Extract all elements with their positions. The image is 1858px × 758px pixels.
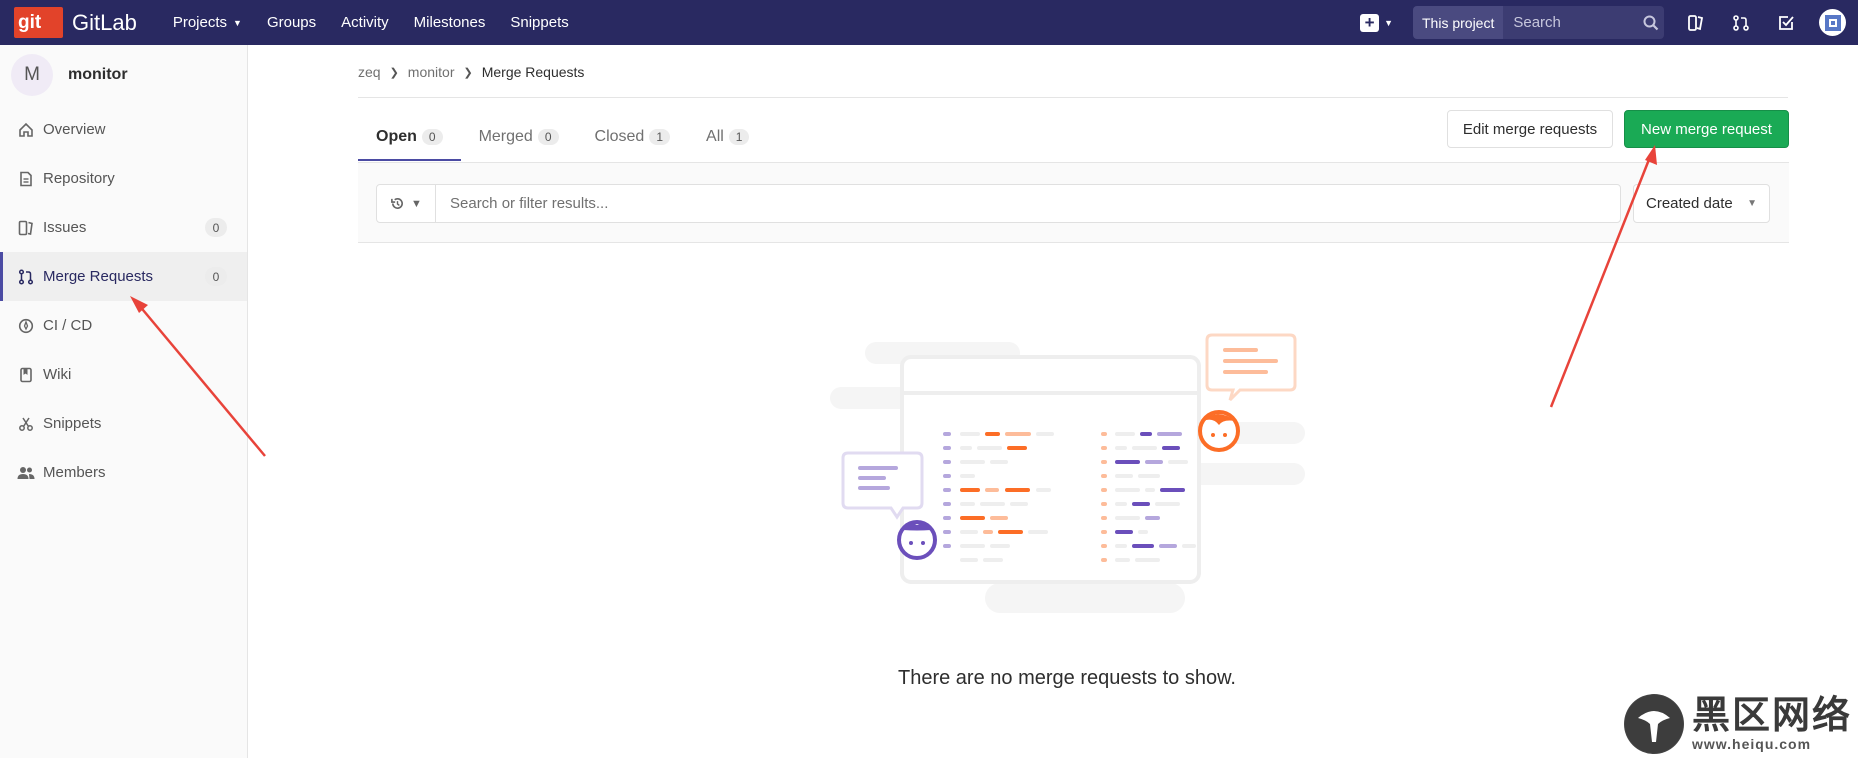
sidebar-item-repository[interactable]: Repository — [0, 154, 247, 203]
home-icon — [16, 120, 36, 140]
tab-all[interactable]: All 1 — [688, 113, 767, 161]
empty-state-illustration — [830, 333, 1305, 613]
watermark-text: 黑区网络 www.heiqu.com — [1692, 696, 1852, 752]
sidebar-item-label: Members — [43, 464, 106, 481]
sidebar-item-wiki[interactable]: Wiki — [0, 350, 247, 399]
filter-input-wrap — [436, 185, 1620, 222]
tab-count: 0 — [421, 129, 443, 145]
sidebar-item-snippets[interactable]: Snippets — [0, 399, 247, 448]
sidebar-item-ci-cd[interactable]: CI / CD — [0, 301, 247, 350]
filter-bar: ▼ Created date ▼ — [358, 162, 1789, 243]
breadcrumb-zeq[interactable]: zeq — [358, 64, 381, 80]
issues-icon — [16, 218, 36, 238]
empty-state-message: There are no merge requests to show. — [898, 667, 1236, 689]
watermark: 黑区网络 www.heiqu.com — [1624, 692, 1854, 756]
right-speech-bubble — [1205, 333, 1297, 402]
top-navbar: git GitLab Projects ▼ Groups Activity Mil… — [0, 0, 1858, 45]
sort-dropdown[interactable]: Created date ▼ — [1633, 184, 1770, 223]
mr-state-tabs: Open 0 Merged 0 Closed 1 All 1 — [358, 113, 767, 161]
sidebar-item-label: CI / CD — [43, 317, 93, 334]
merge-request-nav-icon[interactable] — [1729, 11, 1753, 35]
project-avatar: M — [11, 54, 53, 96]
tab-label: Open — [376, 128, 417, 145]
issues-count-badge: 0 — [205, 218, 227, 237]
tab-label: Closed — [594, 128, 645, 145]
sort-label: Created date — [1646, 195, 1733, 212]
tab-label: All — [706, 128, 724, 145]
sidebar-item-label: Issues — [43, 219, 87, 236]
tab-label: Merged — [478, 128, 533, 145]
tab-merged[interactable]: Merged 0 — [461, 113, 577, 161]
sidebar-item-label: Merge Requests — [43, 268, 154, 285]
doc-icon — [16, 169, 36, 189]
user-avatar[interactable] — [1819, 9, 1846, 36]
left-character-avatar — [897, 520, 937, 560]
todo-nav-icon[interactable] — [1774, 11, 1798, 35]
watermark-logo — [1624, 694, 1684, 754]
gitlab-logo[interactable]: git GitLab — [14, 0, 137, 45]
sidebar-item-label: Repository — [43, 170, 115, 187]
sidebar-item-overview[interactable]: Overview — [0, 105, 247, 154]
nav-projects[interactable]: Projects ▼ — [173, 14, 242, 31]
breadcrumb-monitor[interactable]: monitor — [408, 64, 455, 80]
scissors-icon — [16, 414, 36, 434]
sidebar-item-members[interactable]: Members — [0, 448, 247, 497]
tab-open[interactable]: Open 0 — [358, 113, 461, 161]
edit-merge-requests-button[interactable]: Edit merge requests — [1447, 110, 1613, 148]
new-dropdown-button[interactable]: + ▼ — [1360, 13, 1393, 32]
merge-requests-count-badge: 0 — [205, 267, 227, 286]
breadcrumb: zeq ❯ monitor ❯ Merge Requests — [358, 64, 584, 80]
right-character-avatar — [1198, 410, 1240, 452]
sidebar: M monitor Overview Repository Issues 0 M… — [0, 45, 248, 758]
sidebar-item-label: Wiki — [43, 366, 72, 383]
search-field — [1503, 6, 1664, 39]
sidebar-item-merge-requests[interactable]: Merge Requests 0 — [0, 252, 247, 301]
tab-count: 0 — [537, 129, 559, 145]
watermark-title: 黑区网络 — [1692, 693, 1853, 737]
chevron-down-icon: ▼ — [411, 197, 422, 210]
book-icon — [16, 365, 36, 385]
chevron-down-icon: ▼ — [233, 17, 242, 28]
project-header[interactable]: M monitor — [0, 45, 247, 105]
filter-box: ▼ — [376, 184, 1621, 223]
search-box: This project — [1413, 6, 1664, 39]
tab-count: 1 — [649, 129, 671, 145]
tab-closed[interactable]: Closed 1 — [577, 113, 689, 161]
search-input[interactable] — [1513, 14, 1644, 31]
chevron-down-icon: ▼ — [1747, 198, 1757, 209]
merge-request-icon — [16, 267, 36, 287]
users-icon — [16, 463, 36, 483]
nav-links: Projects ▼ Groups Activity Milestones Sni… — [173, 14, 594, 31]
chevron-down-icon: ▼ — [1384, 17, 1393, 28]
nav-snippets[interactable]: Snippets — [510, 14, 568, 31]
sidebar-item-label: Snippets — [43, 415, 102, 432]
divider — [358, 97, 1788, 98]
logo-badge: git — [14, 7, 63, 38]
plus-icon: + — [1360, 13, 1380, 32]
nav-milestones[interactable]: Milestones — [414, 14, 486, 31]
chevron-right-icon: ❯ — [463, 66, 473, 79]
rocket-icon — [16, 316, 36, 336]
nav-projects-label: Projects — [172, 14, 228, 31]
watermark-url: www.heiqu.com — [1692, 736, 1812, 752]
search-scope[interactable]: This project — [1413, 6, 1504, 39]
nav-groups[interactable]: Groups — [267, 14, 316, 31]
sidebar-item-label: Overview — [43, 121, 106, 138]
tab-count: 1 — [728, 129, 750, 145]
issues-nav-icon[interactable] — [1684, 11, 1708, 35]
project-name: monitor — [68, 66, 128, 83]
recent-searches-button[interactable]: ▼ — [377, 185, 436, 222]
breadcrumb-merge-requests[interactable]: Merge Requests — [482, 64, 585, 80]
nav-right: + ▼ This project — [1360, 0, 1858, 45]
left-speech-bubble — [841, 451, 924, 520]
new-merge-request-button[interactable]: New merge request — [1624, 110, 1789, 148]
filter-search-input[interactable] — [450, 195, 1620, 212]
sidebar-item-issues[interactable]: Issues 0 — [0, 203, 247, 252]
chevron-right-icon: ❯ — [389, 66, 399, 79]
search-icon — [1643, 15, 1659, 30]
nav-activity[interactable]: Activity — [341, 14, 389, 31]
logo-text: GitLab — [72, 9, 137, 35]
history-icon — [391, 198, 404, 209]
